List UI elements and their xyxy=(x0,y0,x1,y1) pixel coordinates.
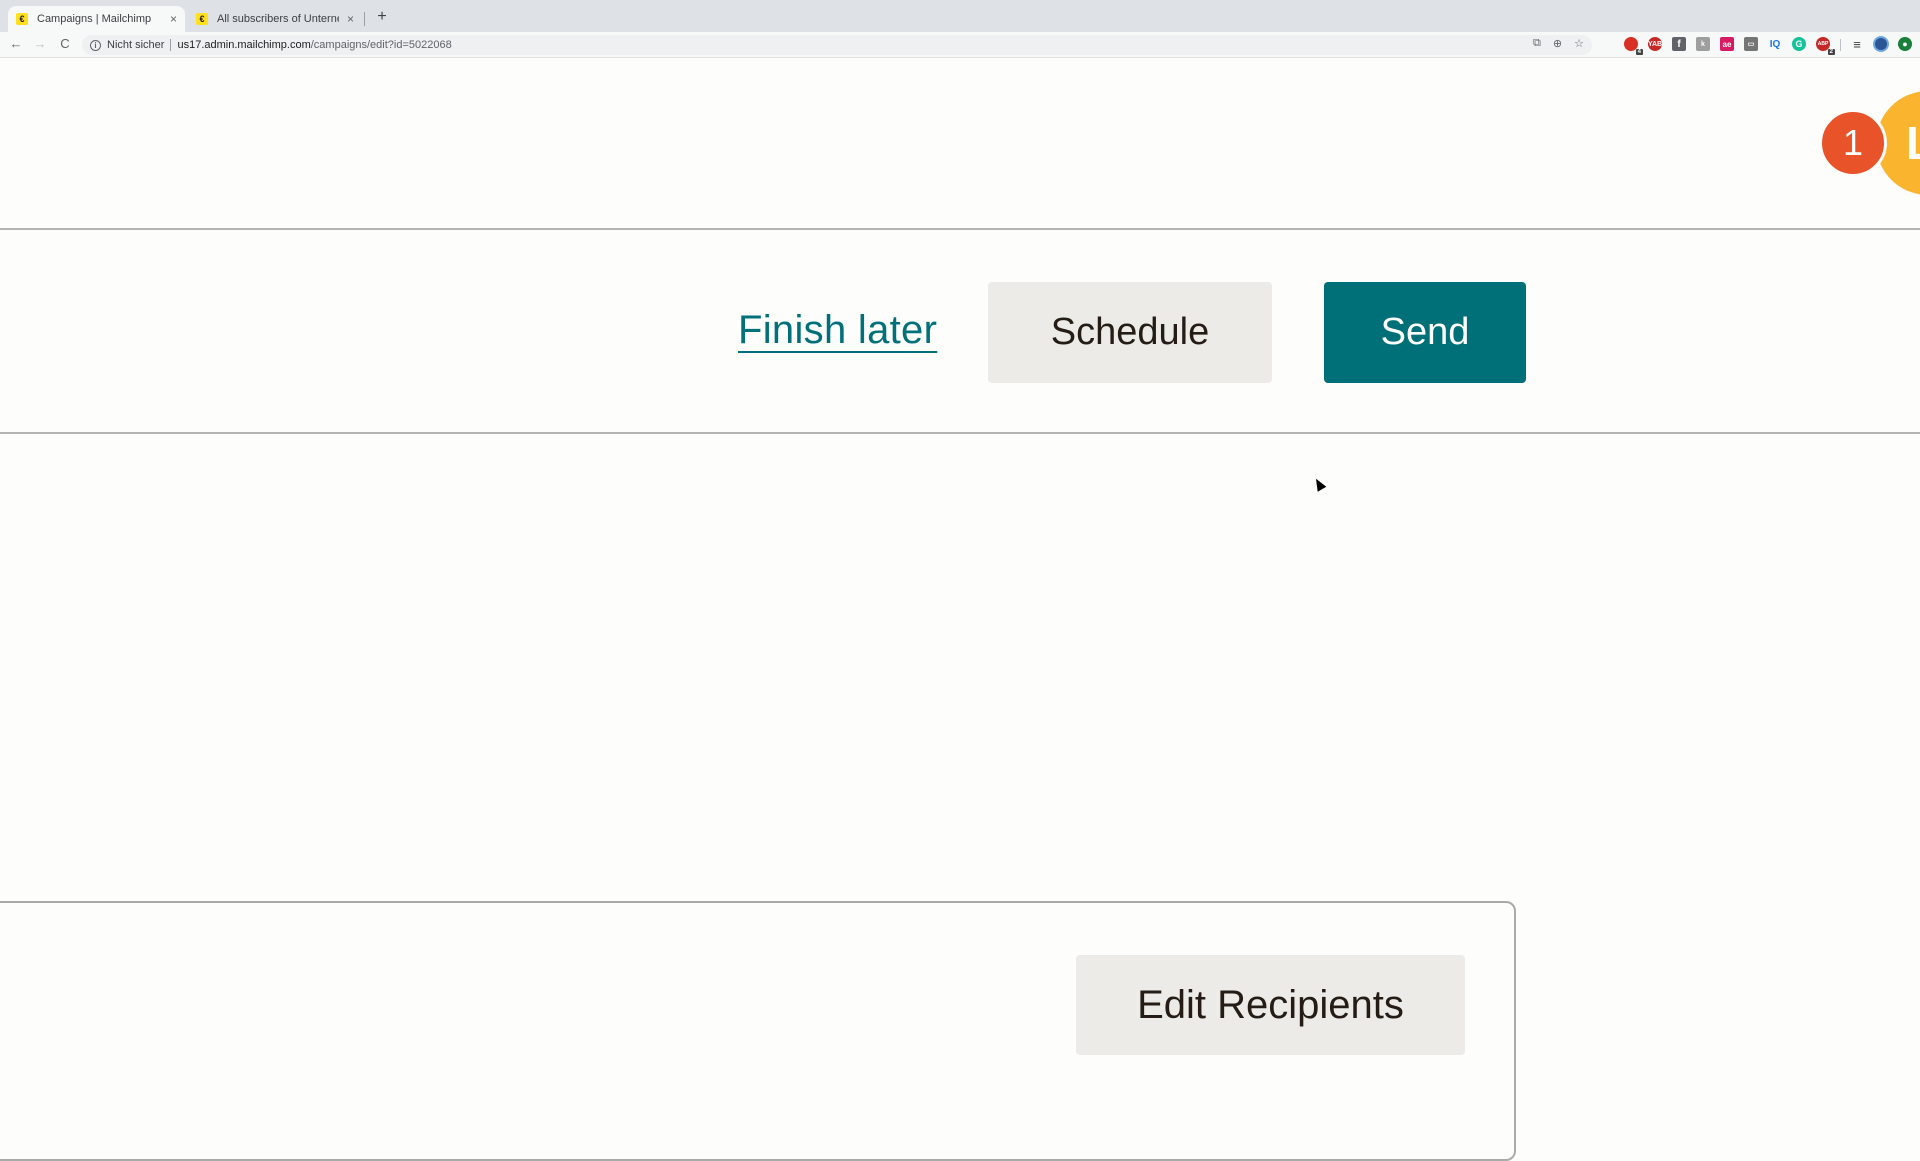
reload-icon[interactable]: C xyxy=(57,36,73,51)
schedule-button[interactable]: Schedule xyxy=(988,282,1272,383)
profile-avatar-icon[interactable] xyxy=(1873,36,1889,52)
translate-icon[interactable]: ⧉ xyxy=(1533,37,1541,50)
url-input[interactable]: i Nicht sicher us17.admin.mailchimp.com/… xyxy=(82,35,1592,55)
url-separator xyxy=(170,39,172,51)
info-icon[interactable]: i xyxy=(90,39,101,51)
tab-bar: € Campaigns | Mailchimp × € All subscrib… xyxy=(0,0,1920,32)
extension-facebook-icon[interactable]: f xyxy=(1672,37,1686,51)
toolbar-separator xyxy=(1840,39,1841,51)
extension-grey-icon[interactable]: k xyxy=(1696,37,1710,51)
extension-badge: 2 xyxy=(1827,49,1835,55)
extension-grammarly-icon[interactable]: G xyxy=(1792,37,1806,51)
back-arrow-icon[interactable]: ← xyxy=(8,36,24,51)
close-tab-icon[interactable]: × xyxy=(347,12,354,26)
actions-divider xyxy=(0,432,1920,434)
url-path: /campaigns/edit?id=5022068 xyxy=(310,39,452,51)
tab-campaigns[interactable]: € Campaigns | Mailchimp × xyxy=(8,6,185,32)
update-icon[interactable]: ● xyxy=(1898,37,1912,51)
tab-title: All subscribers of Unternehmen xyxy=(217,13,339,25)
edit-recipients-button[interactable]: Edit Recipients xyxy=(1076,955,1465,1055)
extension-badge: 4 xyxy=(1635,49,1643,55)
send-button[interactable]: Send xyxy=(1324,282,1526,383)
address-bar: ← → C i Nicht sicher us17.admin.mailchim… xyxy=(0,32,1920,58)
url-text[interactable]: us17.admin.mailchimp.com/campaigns/edit?… xyxy=(177,39,451,51)
new-tab-button[interactable]: + xyxy=(374,8,390,26)
security-status[interactable]: Nicht sicher xyxy=(107,39,164,51)
zoom-icon[interactable]: ⊕ xyxy=(1553,37,1562,50)
extension-adblock-icon[interactable]: ABP 2 xyxy=(1816,37,1835,55)
avatar-initial: L xyxy=(1906,116,1920,170)
forward-arrow-icon[interactable]: → xyxy=(32,36,48,51)
tab-title: Campaigns | Mailchimp xyxy=(37,13,152,25)
extension-yab-icon[interactable]: YAB xyxy=(1648,37,1662,51)
extension-tag-icon[interactable]: ▭ xyxy=(1744,37,1758,51)
mouse-cursor xyxy=(1311,476,1327,492)
tab-separator xyxy=(364,12,365,26)
extension-label: ABP xyxy=(1817,41,1829,47)
header-divider xyxy=(0,228,1920,230)
close-tab-icon[interactable]: × xyxy=(170,12,177,26)
mailchimp-icon: € xyxy=(16,13,28,25)
url-host: us17.admin.mailchimp.com xyxy=(177,39,311,51)
extension-1-icon[interactable]: 4 xyxy=(1624,37,1643,55)
media-control-icon[interactable]: ≡ xyxy=(1850,37,1864,52)
finish-later-link[interactable]: Finish later xyxy=(738,308,937,353)
bookmark-star-icon[interactable]: ☆ xyxy=(1574,37,1584,50)
campaign-page: L 1 Finish later Schedule Send Edit Reci… xyxy=(0,58,1920,1161)
notification-badge[interactable]: 1 xyxy=(1819,109,1887,177)
extension-ae-icon[interactable]: ae xyxy=(1720,37,1734,51)
tab-all-subscribers[interactable]: € All subscribers of Unternehmen × xyxy=(188,6,362,32)
extension-iq-icon[interactable]: IQ xyxy=(1768,37,1782,51)
mailchimp-icon: € xyxy=(196,13,208,25)
